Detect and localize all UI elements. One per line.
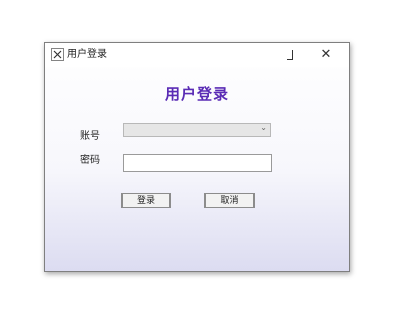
- window-title: 用户登录: [67, 49, 107, 60]
- title-bar[interactable]: 用户登录 ✕: [45, 43, 349, 67]
- app-icon: [51, 48, 64, 61]
- minimize-icon: [287, 49, 293, 60]
- login-button[interactable]: 登录: [121, 193, 171, 208]
- login-window: 用户登录 ✕ 用户登录 账号 ⌄ 密码 登录 取消: [44, 42, 350, 272]
- minimize-button[interactable]: [275, 43, 305, 67]
- close-button[interactable]: ✕: [311, 43, 341, 67]
- page-title: 用户登录: [164, 85, 229, 103]
- cancel-button[interactable]: 取消: [204, 193, 255, 208]
- chevron-down-icon[interactable]: ⌄: [260, 123, 267, 132]
- password-field[interactable]: [123, 154, 272, 172]
- account-label: 账号: [80, 131, 100, 142]
- password-label: 密码: [80, 155, 100, 166]
- close-icon: ✕: [320, 47, 332, 62]
- account-combobox[interactable]: ⌄: [123, 123, 271, 137]
